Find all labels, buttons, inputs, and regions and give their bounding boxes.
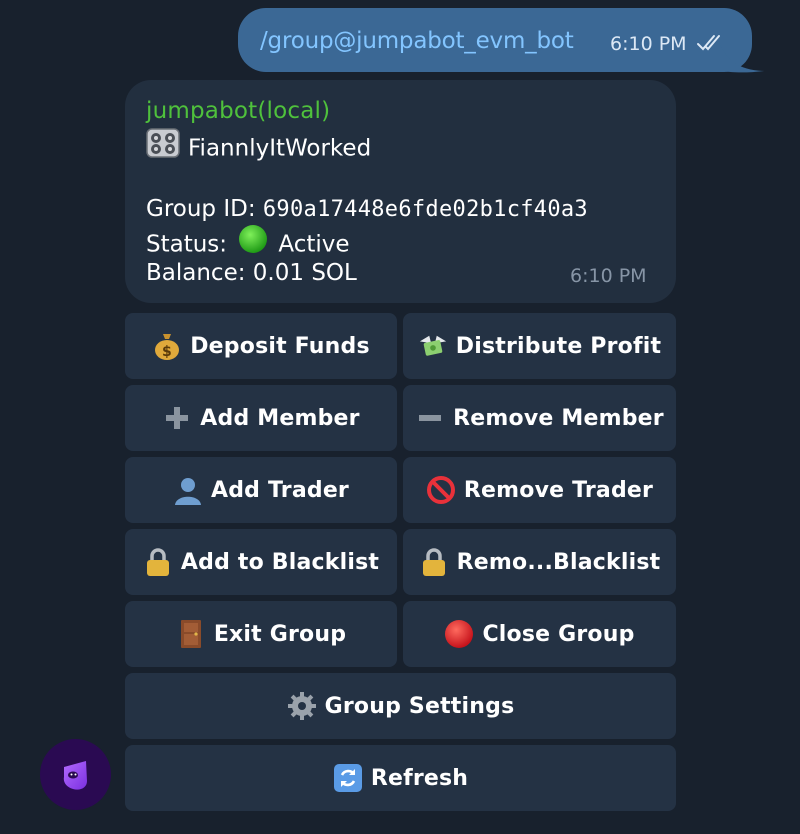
control-knobs-icon (146, 128, 180, 166)
distribute-profit-button[interactable]: Distribute Profit (403, 313, 676, 379)
command-link[interactable]: /group@jumpabot_evm_bot (260, 26, 574, 56)
close-group-label: Close Group (482, 621, 635, 647)
refresh-button[interactable]: Refresh (125, 745, 676, 811)
add-trader-button[interactable]: Add Trader (125, 457, 397, 523)
add-to-blacklist-button[interactable]: Add to Blacklist (125, 529, 397, 595)
message-time: 6:10 PM (570, 265, 647, 287)
add-to-blacklist-label: Add to Blacklist (180, 549, 380, 575)
deposit-funds-label: Deposit Funds (190, 333, 370, 359)
deposit-funds-button[interactable]: $ Deposit Funds (125, 313, 397, 379)
remove-from-blacklist-label: Remo...Blacklist (456, 549, 661, 575)
group-name: FiannlyItWorked (188, 135, 372, 162)
exit-group-label: Exit Group (213, 621, 347, 647)
money-bag-icon: $ (152, 331, 182, 361)
gear-icon (287, 691, 317, 721)
outgoing-time: 6:10 PM (610, 33, 687, 55)
balance-line: Balance: 0.01 SOL (146, 258, 357, 288)
group-id-label: Group ID: (146, 196, 256, 222)
group-settings-label: Group Settings (324, 693, 515, 719)
group-id-line: Group ID: 690a17448e6fde02b1cf40a3 (146, 194, 588, 225)
bot-avatar[interactable] (40, 739, 111, 810)
balance-value: 0.01 SOL (252, 260, 357, 286)
distribute-profit-label: Distribute Profit (455, 333, 662, 359)
remove-trader-label: Remove Trader (463, 477, 654, 503)
prohibited-icon (426, 475, 456, 505)
group-name-line: FiannlyItWorked (146, 128, 372, 168)
exit-group-button[interactable]: Exit Group (125, 601, 397, 667)
plus-icon (162, 403, 192, 433)
svg-text:$: $ (162, 344, 172, 360)
remove-member-label: Remove Member (453, 405, 664, 431)
double-check-icon (697, 35, 720, 51)
door-icon (176, 619, 206, 649)
bot-logo-icon (63, 760, 87, 790)
remove-from-blacklist-button[interactable]: Remo...Blacklist (403, 529, 676, 595)
close-group-button[interactable]: Close Group (403, 601, 676, 667)
user-silhouette-icon (173, 475, 203, 505)
add-member-button[interactable]: Add Member (125, 385, 397, 451)
sender-name[interactable]: jumpabot(local) (146, 96, 330, 126)
add-member-label: Add Member (200, 405, 360, 431)
minus-icon (415, 403, 445, 433)
status-value: Active (278, 231, 350, 258)
red-circle-icon (444, 619, 474, 649)
refresh-label: Refresh (370, 765, 469, 791)
refresh-icon (333, 763, 363, 793)
group-id-value[interactable]: 690a17448e6fde02b1cf40a3 (263, 197, 588, 222)
remove-member-button[interactable]: Remove Member (403, 385, 676, 451)
lock-icon (143, 547, 173, 577)
balance-label: Balance: (146, 260, 246, 286)
group-settings-button[interactable]: Group Settings (125, 673, 676, 739)
lock-icon (419, 547, 449, 577)
status-label: Status: (146, 231, 228, 258)
green-circle-icon (238, 224, 268, 262)
money-with-wings-icon (418, 331, 448, 361)
remove-trader-button[interactable]: Remove Trader (403, 457, 676, 523)
add-trader-label: Add Trader (211, 477, 349, 503)
